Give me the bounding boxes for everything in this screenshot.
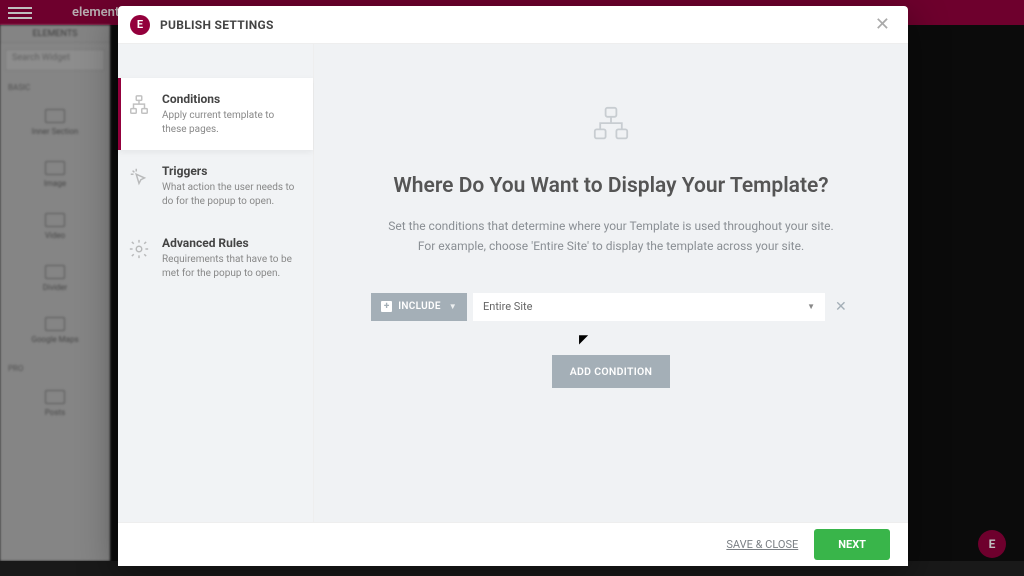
condition-scope-select[interactable]: Entire Site ▼ xyxy=(473,293,825,321)
click-icon xyxy=(128,166,150,188)
modal-title: PUBLISH SETTINGS xyxy=(160,18,274,32)
plus-icon: + xyxy=(381,301,392,312)
chevron-down-icon: ▼ xyxy=(449,302,457,311)
condition-row: + INCLUDE ▼ Entire Site ▼ ✕ xyxy=(371,293,850,321)
nav-conditions-desc: Apply current template to these pages. xyxy=(162,109,301,136)
elementor-logo-icon: E xyxy=(130,15,150,35)
close-icon[interactable]: ✕ xyxy=(869,10,896,39)
nav-advanced-desc: Requirements that have to be met for the… xyxy=(162,253,301,280)
modal-footer: SAVE & CLOSE NEXT xyxy=(118,522,908,566)
sitemap-large-icon xyxy=(589,106,633,146)
gear-icon xyxy=(128,238,150,260)
conditions-heading: Where Do You Want to Display Your Templa… xyxy=(393,174,828,198)
nav-advanced-title: Advanced Rules xyxy=(162,236,301,250)
sitemap-icon xyxy=(128,94,150,116)
settings-sidenav: Conditions Apply current template to the… xyxy=(118,44,314,522)
nav-triggers-desc: What action the user needs to do for the… xyxy=(162,181,301,208)
nav-triggers[interactable]: Triggers What action the user needs to d… xyxy=(118,150,313,222)
save-and-close-link[interactable]: SAVE & CLOSE xyxy=(726,538,798,551)
modal-header: E PUBLISH SETTINGS ✕ xyxy=(118,6,908,44)
remove-condition-icon[interactable]: ✕ xyxy=(831,295,851,319)
nav-conditions-title: Conditions xyxy=(162,92,301,106)
nav-triggers-title: Triggers xyxy=(162,164,301,178)
conditions-subtext: Set the conditions that determine where … xyxy=(388,216,833,257)
nav-conditions[interactable]: Conditions Apply current template to the… xyxy=(118,78,313,150)
chevron-down-icon: ▼ xyxy=(807,302,815,311)
include-label: INCLUDE xyxy=(398,301,441,312)
publish-settings-modal: E PUBLISH SETTINGS ✕ Conditions Apply cu… xyxy=(118,6,908,566)
include-exclude-toggle[interactable]: + INCLUDE ▼ xyxy=(371,293,467,321)
nav-advanced-rules[interactable]: Advanced Rules Requirements that have to… xyxy=(118,222,313,294)
add-condition-button[interactable]: ADD CONDITION xyxy=(552,355,671,388)
conditions-panel: Where Do You Want to Display Your Templa… xyxy=(314,44,908,522)
condition-scope-value: Entire Site xyxy=(483,300,532,313)
next-button[interactable]: NEXT xyxy=(814,529,890,560)
